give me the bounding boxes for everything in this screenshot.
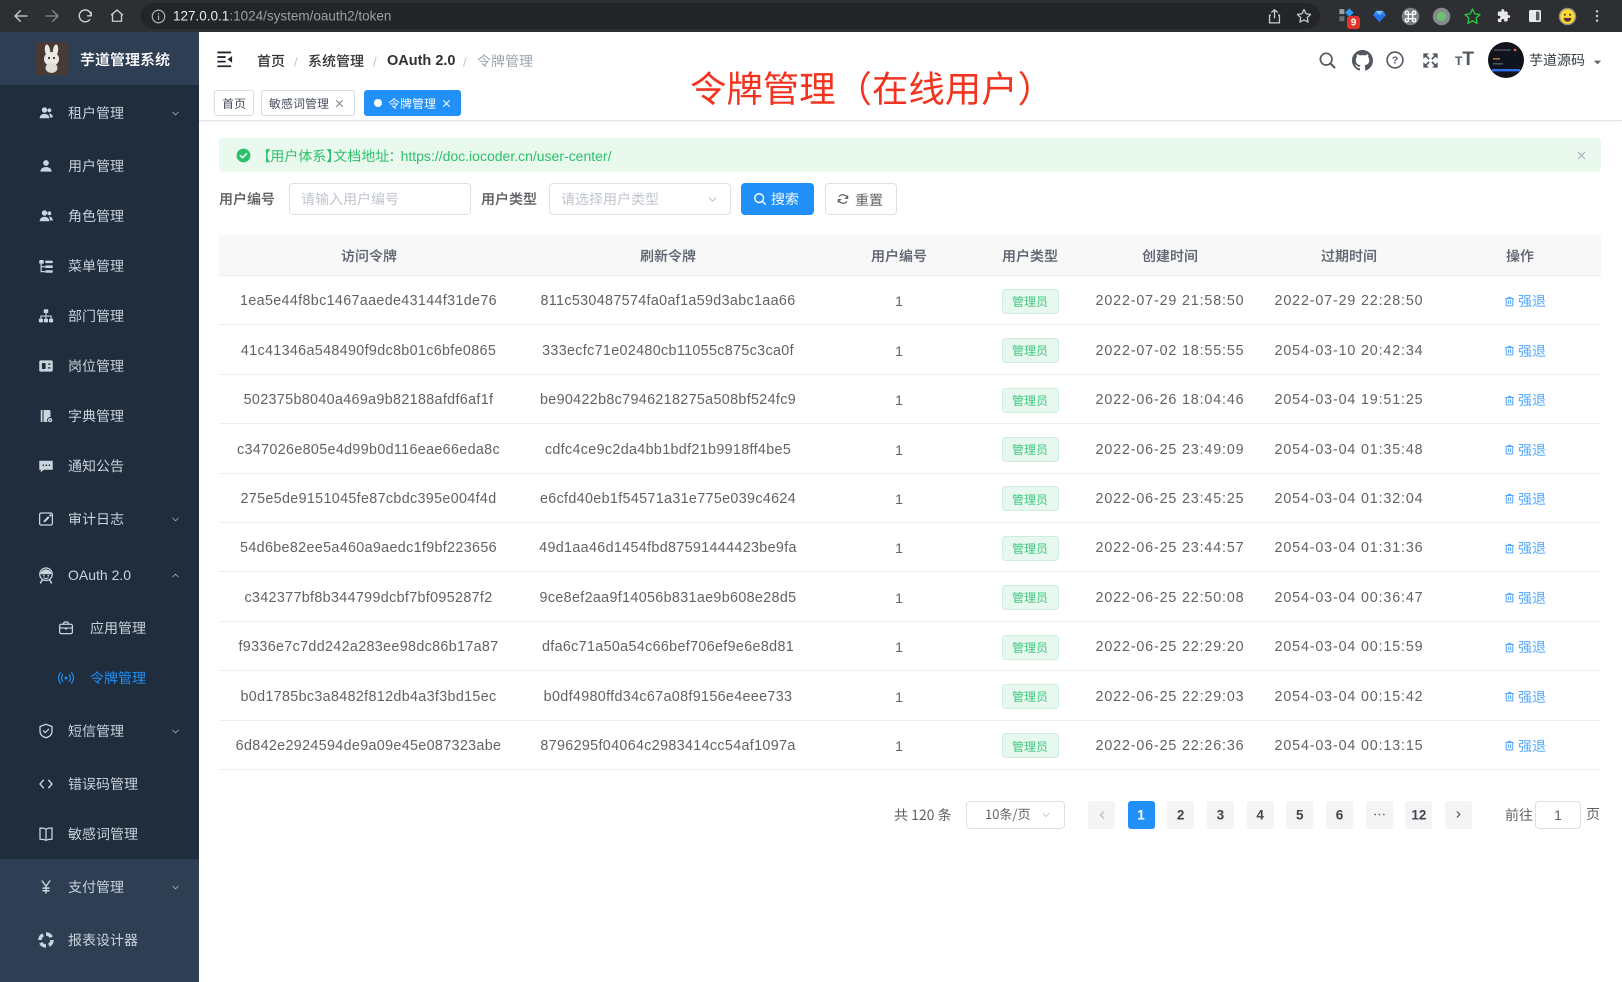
svg-text:?: ?: [1392, 56, 1398, 67]
